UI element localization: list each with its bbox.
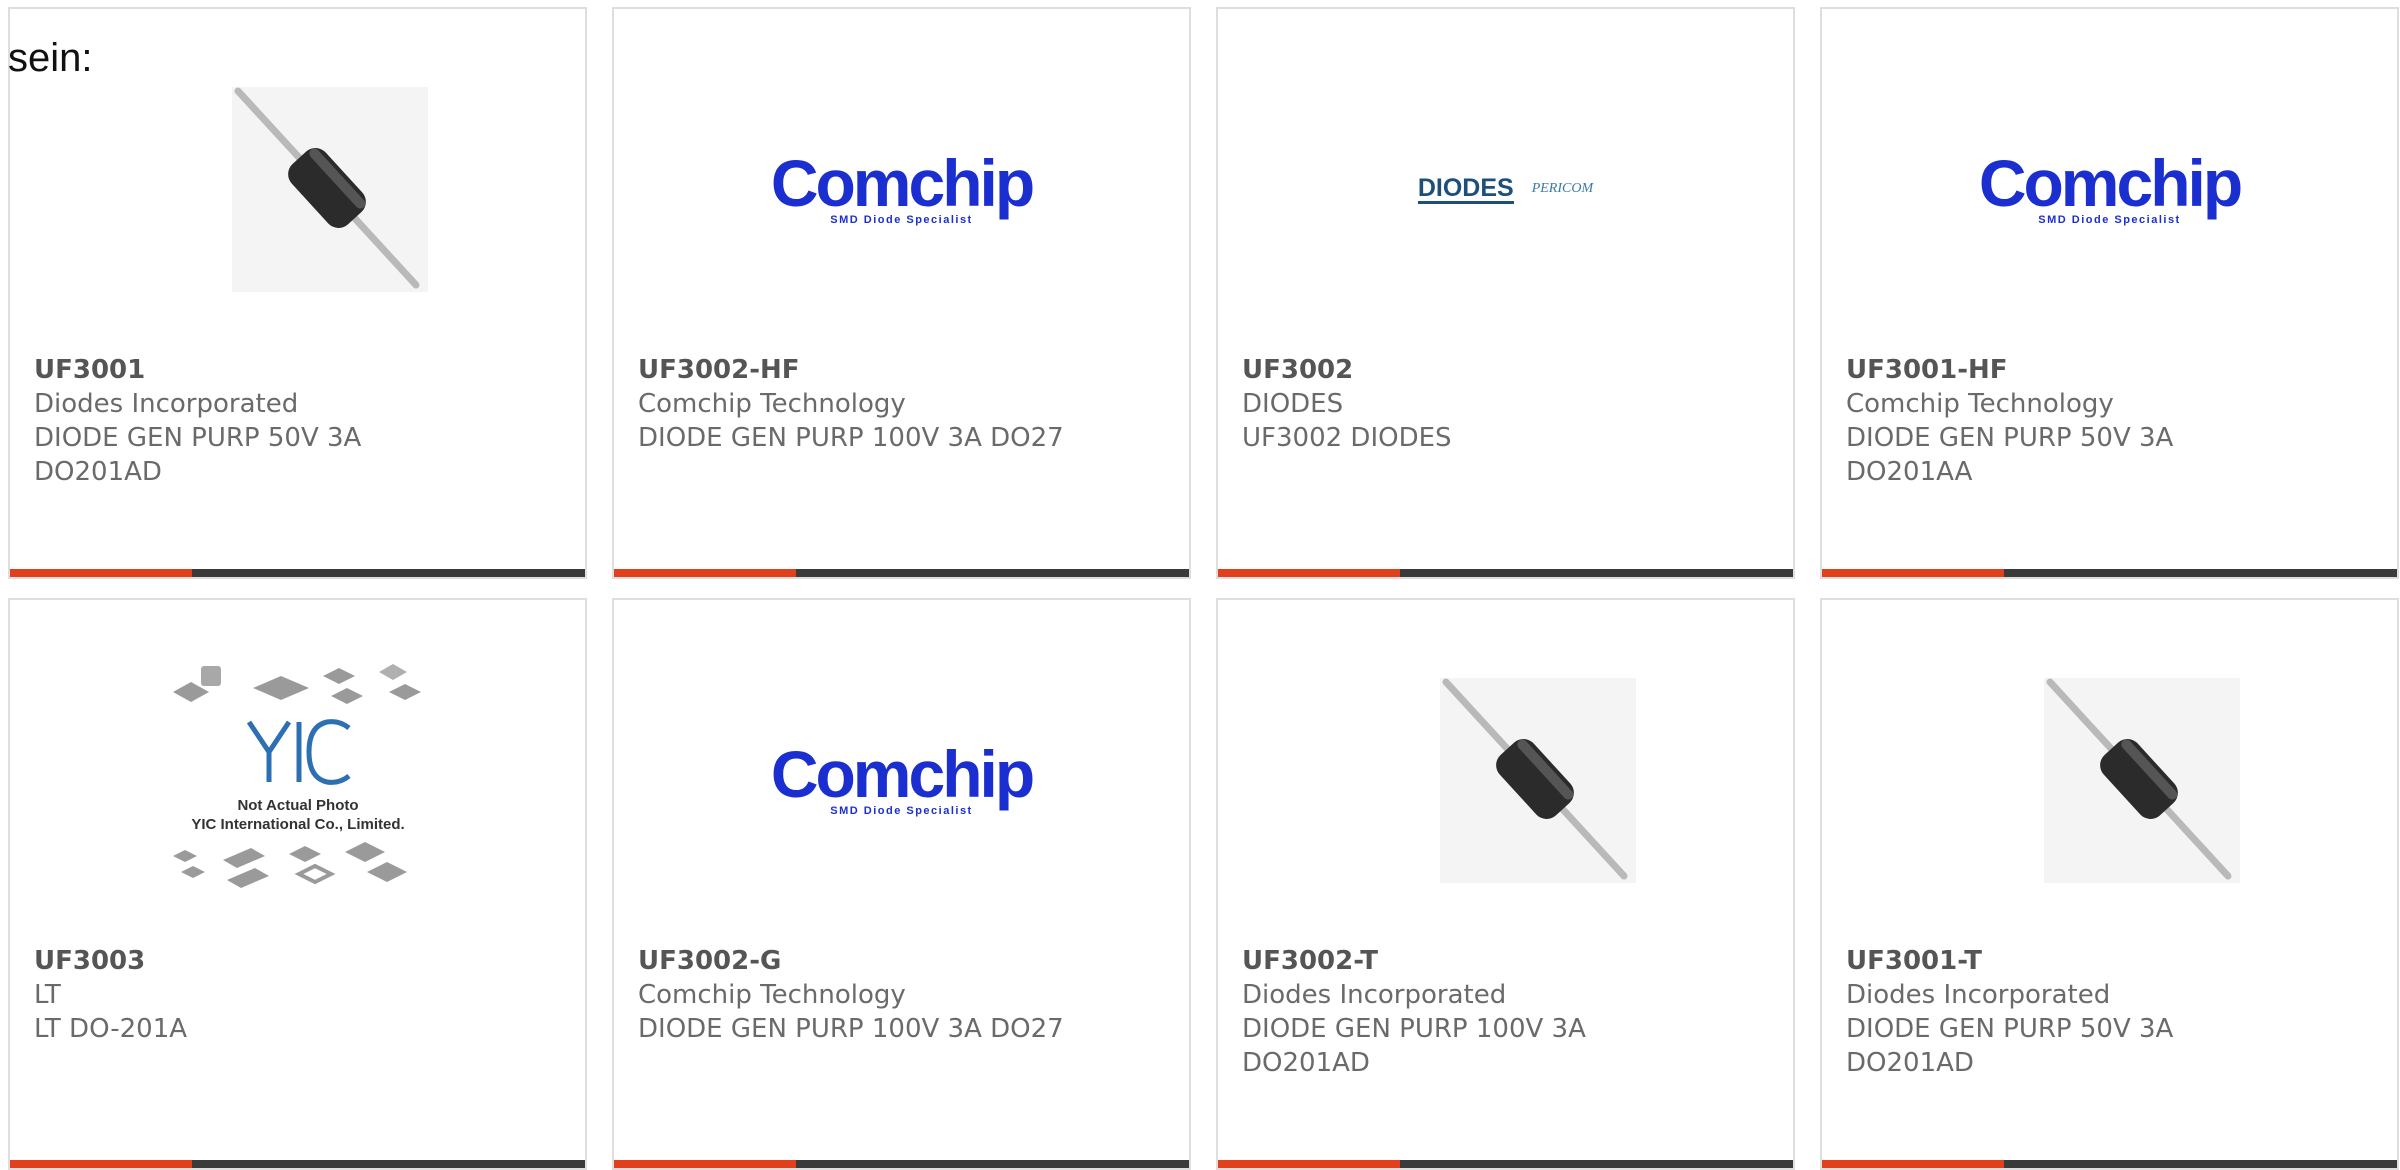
product-info: UF3002 DIODES UF3002 DIODES — [1242, 353, 1769, 455]
product-card[interactable]: UF3001 Diodes Incorporated DIODE GEN PUR… — [8, 7, 587, 579]
part-number[interactable]: UF3001 — [34, 353, 561, 387]
product-image: Comchip SMD Diode Specialist — [1822, 69, 2397, 309]
axial-diode-icon — [2043, 678, 2240, 883]
product-image — [1218, 660, 1793, 900]
svg-text:YIC International Co., Limited: YIC International Co., Limited. — [191, 816, 404, 833]
product-image: DIODES PERICOM — [1218, 69, 1793, 309]
description-line: DIODE GEN PURP 100V 3A — [1242, 1014, 1586, 1044]
part-number[interactable]: UF3002-G — [638, 944, 1165, 978]
product-image: Comchip SMD Diode Specialist — [614, 660, 1189, 900]
description-line: UF3002 DIODES — [1242, 423, 1452, 453]
description-line: DO201AD — [1846, 1048, 1974, 1078]
description-line: LT DO-201A — [34, 1014, 188, 1044]
manufacturer: Diodes Incorporated — [1242, 980, 1507, 1010]
product-grid: UF3001 Diodes Incorporated DIODE GEN PUR… — [0, 0, 2400, 1170]
intro-text: sein: — [8, 36, 93, 80]
comchip-logo: Comchip SMD Diode Specialist — [1978, 146, 2243, 226]
product-card[interactable]: UF3002-T Diodes Incorporated DIODE GEN P… — [1216, 598, 1795, 1170]
manufacturer: Comchip Technology — [638, 980, 906, 1010]
description-line: DIODE GEN PURP 100V 3A DO27 — [638, 423, 1064, 453]
product-image — [1822, 660, 2397, 900]
card-accent-bar — [614, 1160, 1189, 1168]
manufacturer: Diodes Incorporated — [34, 389, 299, 419]
description-line: DO201AA — [1846, 457, 1973, 487]
manufacturer: Diodes Incorporated — [1846, 980, 2111, 1010]
product-card[interactable]: Comchip SMD Diode Specialist UF3001-HF C… — [1820, 7, 2399, 579]
manufacturer: LT — [34, 980, 61, 1010]
card-accent-bar — [1822, 569, 2397, 577]
part-number[interactable]: UF3002-T — [1242, 944, 1769, 978]
product-image: Not Actual Photo YIC International Co., … — [10, 660, 585, 900]
part-number[interactable]: UF3002 — [1242, 353, 1769, 387]
manufacturer: DIODES — [1242, 389, 1344, 419]
product-info: UF3001 Diodes Incorporated DIODE GEN PUR… — [34, 353, 561, 489]
product-info: UF3003 LT LT DO-201A — [34, 944, 561, 1046]
card-accent-bar — [10, 1160, 585, 1168]
card-accent-bar — [614, 569, 1189, 577]
card-accent-bar — [1822, 1160, 2397, 1168]
product-image: Comchip SMD Diode Specialist — [614, 69, 1189, 309]
description-line: DIODE GEN PURP 50V 3A — [1846, 1014, 2174, 1044]
description-line: DIODE GEN PURP 50V 3A — [34, 423, 362, 453]
description-line: DIODE GEN PURP 100V 3A DO27 — [638, 1014, 1064, 1044]
product-image — [10, 69, 585, 309]
product-card[interactable]: UF3001-T Diodes Incorporated DIODE GEN P… — [1820, 598, 2399, 1170]
comchip-logo: Comchip SMD Diode Specialist — [770, 146, 1035, 226]
description-line: DO201AD — [1242, 1048, 1370, 1078]
part-number[interactable]: UF3002-HF — [638, 353, 1165, 387]
card-accent-bar — [1218, 569, 1793, 577]
diodes-pericom-logo: DIODES PERICOM — [1417, 173, 1594, 204]
yic-placeholder-icon: Not Actual Photo YIC International Co., … — [172, 664, 421, 888]
axial-diode-icon — [231, 87, 428, 292]
part-number[interactable]: UF3001-HF — [1846, 353, 2373, 387]
product-info: UF3001-T Diodes Incorporated DIODE GEN P… — [1846, 944, 2373, 1080]
card-accent-bar — [10, 569, 585, 577]
manufacturer: Comchip Technology — [638, 389, 906, 419]
axial-diode-icon — [1439, 678, 1636, 883]
comchip-logo: Comchip SMD Diode Specialist — [770, 737, 1035, 817]
product-card[interactable]: Not Actual Photo YIC International Co., … — [8, 598, 587, 1170]
product-info: UF3002-HF Comchip Technology DIODE GEN P… — [638, 353, 1165, 455]
part-number[interactable]: UF3001-T — [1846, 944, 2373, 978]
product-card[interactable]: Comchip SMD Diode Specialist UF3002-G Co… — [612, 598, 1191, 1170]
manufacturer: Comchip Technology — [1846, 389, 2114, 419]
product-card[interactable]: Comchip SMD Diode Specialist UF3002-HF C… — [612, 7, 1191, 579]
description-line: DIODE GEN PURP 50V 3A — [1846, 423, 2174, 453]
svg-text:Not Actual Photo: Not Actual Photo — [237, 797, 358, 814]
product-info: UF3002-T Diodes Incorporated DIODE GEN P… — [1242, 944, 1769, 1080]
card-accent-bar — [1218, 1160, 1793, 1168]
product-info: UF3002-G Comchip Technology DIODE GEN PU… — [638, 944, 1165, 1046]
description-line: DO201AD — [34, 457, 162, 487]
product-card[interactable]: DIODES PERICOM UF3002 DIODES UF3002 DIOD… — [1216, 7, 1795, 579]
product-info: UF3001-HF Comchip Technology DIODE GEN P… — [1846, 353, 2373, 489]
part-number[interactable]: UF3003 — [34, 944, 561, 978]
